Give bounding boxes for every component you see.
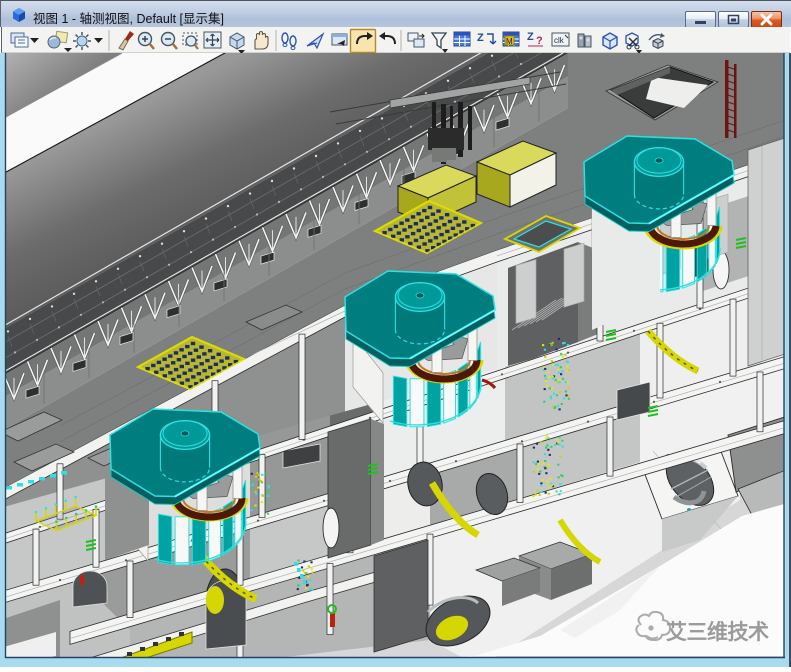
svg-text:M: M xyxy=(506,37,513,46)
svg-text:艾三维技术: 艾三维技术 xyxy=(666,620,769,644)
svg-text:?: ? xyxy=(536,35,543,47)
svg-text:clk: clk xyxy=(554,36,565,45)
svg-text:Z: Z xyxy=(527,31,534,43)
svg-text:Z: Z xyxy=(477,32,484,44)
